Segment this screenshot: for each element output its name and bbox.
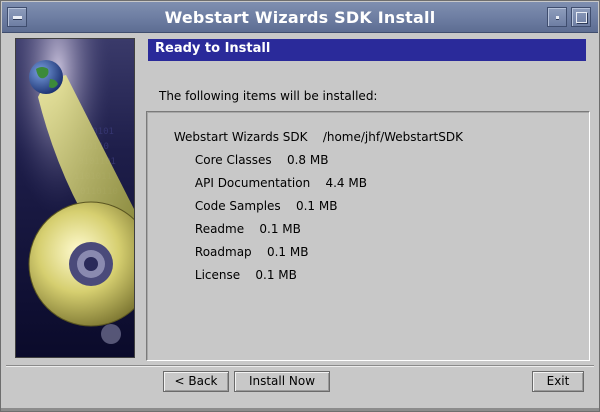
window-bottom-border [1, 408, 599, 411]
install-now-button[interactable]: Install Now [234, 371, 330, 392]
installer-window: Webstart Wizards SDK Install 0110101 Rea… [0, 0, 600, 412]
item-size: 0.1 MB [255, 268, 297, 282]
list-item: License 0.1 MB [172, 254, 297, 296]
button-separator [6, 365, 594, 367]
title-bar[interactable]: Webstart Wizards SDK Install [2, 2, 598, 33]
item-name: License [194, 268, 241, 282]
window-title: Webstart Wizards SDK Install [164, 8, 436, 27]
minimize-button[interactable] [547, 7, 567, 27]
wizard-side-image: 0110101 1010110 0101101 1101011 0110110 … [15, 38, 135, 358]
intro-text: The following items will be installed: [159, 89, 378, 103]
install-items-list: Webstart Wizards SDK /home/jhf/WebstartS… [146, 111, 590, 361]
minimize-icon [556, 16, 559, 19]
root-item-path: /home/jhf/WebstartSDK [322, 130, 463, 144]
exit-button[interactable]: Exit [532, 371, 584, 392]
page-heading: Ready to Install [148, 39, 586, 61]
cd-globe-illustration: 0110101 1010110 0101101 1101011 0110110 … [16, 39, 134, 357]
maximize-icon [576, 12, 587, 23]
item-size: 0.1 MB [295, 199, 338, 213]
back-button[interactable]: < Back [163, 371, 229, 392]
maximize-button[interactable] [571, 7, 591, 27]
